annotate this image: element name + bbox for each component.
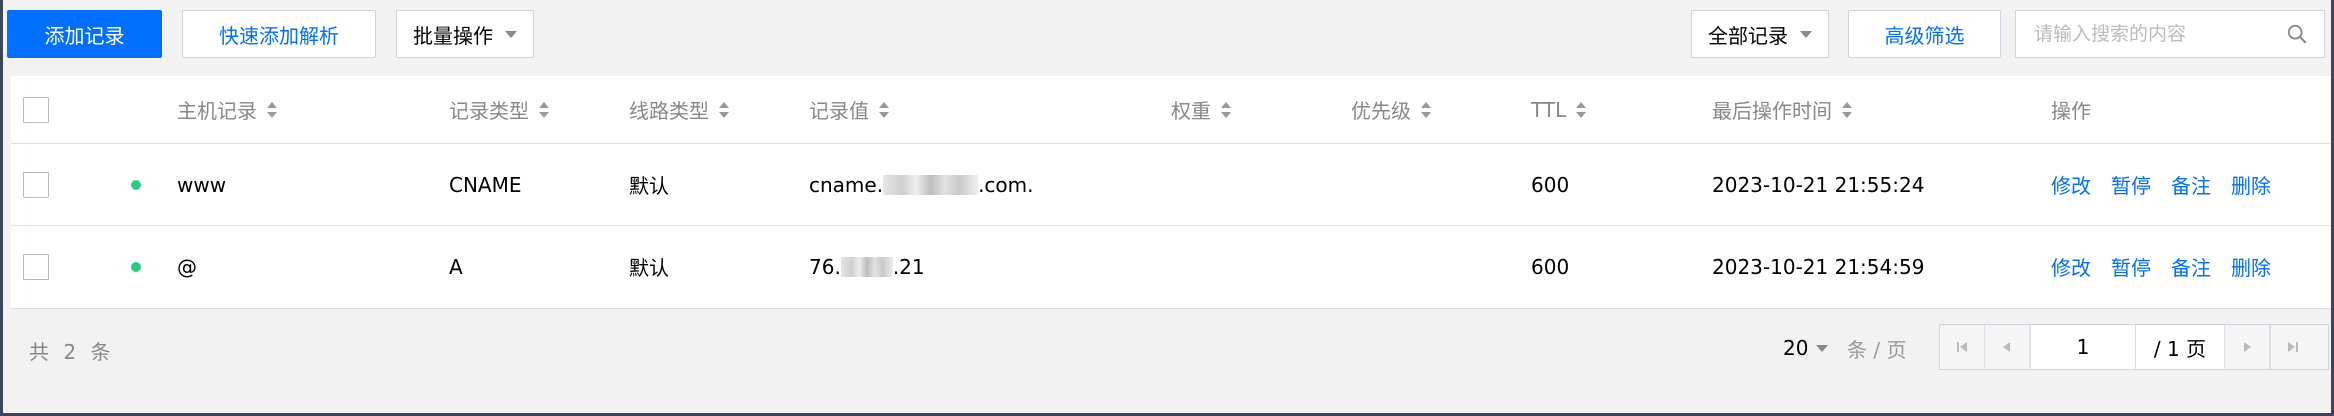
prev-page-icon (2003, 342, 2010, 352)
cell-line: 默认 (629, 174, 669, 198)
cell-type: A (449, 254, 463, 279)
header-priority-label: 优先级 (1351, 99, 1411, 123)
batch-ops-label: 批量操作 (413, 23, 493, 48)
header-ttl[interactable]: TTL (1531, 76, 1587, 143)
next-page-icon (2244, 342, 2251, 352)
table-row: @ A 默认 76. .21 600 2023-10-21 21:54:59 修改… (11, 226, 2331, 307)
header-host-label: 主机记录 (177, 99, 257, 123)
per-page-label: 条 / 页 (1847, 338, 1907, 362)
status-dot (131, 179, 141, 190)
cell-line: 默认 (629, 256, 669, 280)
table-row: www CNAME 默认 cname. .com. 600 2023-10-21 … (11, 144, 2331, 226)
records-table: 主机记录 记录类型 线路类型 记录值 权重 优先级 TTL 最后操作时间 操作 … (11, 76, 2331, 309)
search-box (2015, 10, 2325, 58)
header-line[interactable]: 线路类型 (629, 76, 729, 143)
search-icon[interactable] (2286, 23, 2308, 45)
total-pages: / 1 页 (2136, 325, 2225, 369)
note-link[interactable]: 备注 (2171, 170, 2211, 199)
toolbar: 添加记录 快速添加解析 批量操作 全部记录 高级筛选 (3, 0, 2331, 72)
cell-value: cname. .com. (809, 144, 1034, 225)
row-checkbox[interactable] (23, 253, 49, 280)
dns-records-panel: 添加记录 快速添加解析 批量操作 全部记录 高级筛选 主机记录 记录类型 (3, 0, 2331, 413)
total-count: 共 2 条 (29, 340, 115, 364)
header-ttl-label: TTL (1531, 97, 1567, 122)
header-last-time[interactable]: 最后操作时间 (1712, 76, 1852, 143)
sort-icon (879, 101, 889, 118)
redacted-blur (883, 174, 979, 195)
table-footer: 共 2 条 20 条 / 页 / 1 页 (11, 310, 2331, 390)
delete-link[interactable]: 删除 (2231, 170, 2271, 199)
header-weight-label: 权重 (1171, 99, 1211, 123)
first-page-icon (1957, 342, 1967, 352)
select-all-cell (23, 76, 49, 143)
chevron-down-icon (1816, 344, 1829, 352)
header-actions-label: 操作 (2051, 99, 2091, 123)
header-actions: 操作 (2051, 76, 2091, 143)
cell-last-time: 2023-10-21 21:54:59 (1712, 254, 1925, 279)
value-prefix: cname. (809, 172, 884, 197)
sort-icon (1421, 101, 1431, 118)
cell-host: www (177, 172, 227, 197)
row-checkbox[interactable] (23, 171, 49, 198)
cell-last-time: 2023-10-21 21:55:24 (1712, 172, 1925, 197)
delete-link[interactable]: 删除 (2231, 252, 2271, 281)
cell-type: CNAME (449, 172, 522, 197)
last-page-button[interactable] (2270, 325, 2315, 369)
select-all-checkbox[interactable] (23, 96, 49, 123)
header-line-label: 线路类型 (629, 99, 709, 123)
page-size-select[interactable]: 20 (1783, 336, 1829, 360)
search-input[interactable] (2032, 22, 2286, 46)
first-page-button[interactable] (1940, 325, 1985, 369)
note-link[interactable]: 备注 (2171, 252, 2211, 281)
sort-icon (1576, 101, 1587, 118)
sort-icon (1842, 101, 1852, 118)
add-record-button[interactable]: 添加记录 (7, 10, 162, 58)
sort-icon (1221, 101, 1231, 118)
header-weight[interactable]: 权重 (1171, 76, 1231, 143)
chevron-down-icon (1800, 30, 1812, 38)
status-dot (131, 261, 141, 272)
value-suffix: .21 (892, 254, 925, 279)
page-size-value: 20 (1783, 336, 1809, 360)
cell-actions: 修改 暂停 备注 删除 (2051, 144, 2291, 225)
cell-ttl: 600 (1531, 172, 1570, 197)
page-input[interactable] (2036, 334, 2130, 360)
sort-icon (267, 101, 277, 118)
page-input-wrap (2030, 325, 2136, 369)
record-filter-label: 全部记录 (1708, 23, 1788, 48)
header-value[interactable]: 记录值 (809, 76, 889, 143)
record-filter-dropdown[interactable]: 全部记录 (1691, 10, 1829, 58)
header-priority[interactable]: 优先级 (1351, 76, 1431, 143)
cell-value: 76. .21 (809, 226, 925, 307)
pagination: / 1 页 (1939, 324, 2329, 370)
quick-add-button[interactable]: 快速添加解析 (182, 10, 376, 58)
cell-actions: 修改 暂停 备注 删除 (2051, 226, 2291, 307)
next-page-button[interactable] (2225, 325, 2270, 369)
pause-link[interactable]: 暂停 (2111, 170, 2151, 199)
chevron-down-icon (505, 30, 517, 38)
redacted-blur (840, 256, 893, 277)
header-value-label: 记录值 (809, 99, 869, 123)
sort-icon (539, 101, 549, 118)
last-page-icon (2288, 342, 2298, 352)
cell-ttl: 600 (1531, 254, 1570, 279)
header-host[interactable]: 主机记录 (177, 76, 277, 143)
value-suffix: .com. (978, 172, 1034, 197)
header-type[interactable]: 记录类型 (449, 76, 549, 143)
cell-host: @ (177, 254, 197, 279)
edit-link[interactable]: 修改 (2051, 170, 2091, 199)
value-prefix: 76. (809, 254, 841, 279)
pause-link[interactable]: 暂停 (2111, 252, 2151, 281)
advanced-filter-button[interactable]: 高级筛选 (1848, 10, 2001, 58)
prev-page-button[interactable] (1985, 325, 2030, 369)
header-type-label: 记录类型 (449, 99, 529, 123)
header-last-time-label: 最后操作时间 (1712, 99, 1832, 123)
batch-ops-dropdown[interactable]: 批量操作 (396, 10, 534, 58)
edit-link[interactable]: 修改 (2051, 252, 2091, 281)
table-header: 主机记录 记录类型 线路类型 记录值 权重 优先级 TTL 最后操作时间 操作 (11, 76, 2331, 144)
sort-icon (719, 101, 729, 118)
